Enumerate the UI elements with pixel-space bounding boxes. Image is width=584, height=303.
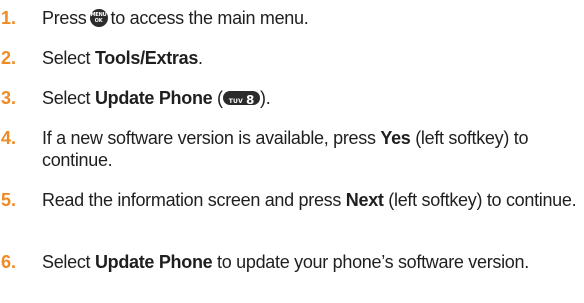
step-text-bold: Update Phone <box>94 252 213 272</box>
step-text-pre: If a new software version is available, … <box>42 128 381 148</box>
step-number: 6. <box>1 252 17 272</box>
step-text: Select Update Phone to update your phone… <box>42 251 582 273</box>
ok-key-label: OK <box>94 18 103 24</box>
step-text-bold: Update Phone <box>94 88 213 108</box>
step-number: 1. <box>1 8 17 28</box>
step-number: 4. <box>1 128 17 148</box>
step-text-pre: Select <box>42 88 95 108</box>
step-text: Press MENU OK to access the main menu. <box>42 7 582 29</box>
step-text-pre: Press <box>42 8 87 28</box>
key-letters: TUV <box>228 98 243 105</box>
step-text: Read the information screen and press Ne… <box>42 189 582 211</box>
step-text-bold: Next <box>345 190 384 210</box>
step-number: 2. <box>1 48 17 68</box>
step-text-pre: Select <box>42 48 95 68</box>
step-text: Select Update Phone (TUV 8). <box>42 87 582 109</box>
step-text-post: to update your phone’s software version. <box>212 252 529 272</box>
step-text-post: to access the main menu. <box>110 8 309 28</box>
step-text-post: . <box>198 48 203 68</box>
tuv-8-key-icon: TUV 8 <box>222 91 261 107</box>
step-text-pre: Select <box>42 252 95 272</box>
step-text-mid: ( <box>212 88 223 108</box>
step-text-pre: Read the information screen and press <box>42 190 346 210</box>
step-number: 3. <box>1 88 17 108</box>
step-text-bold: Tools/Extras <box>94 48 199 68</box>
step-text: Select Tools/Extras. <box>42 47 582 69</box>
step-text: If a new software version is available, … <box>42 127 582 171</box>
menu-ok-key-icon: MENU OK <box>89 9 108 27</box>
step-text-bold: Yes <box>380 128 411 148</box>
step-text-post: (left softkey) to continue. <box>383 190 577 210</box>
step-number: 5. <box>1 190 17 210</box>
step-text-post: ). <box>260 88 271 108</box>
key-digit: 8 <box>245 93 255 107</box>
